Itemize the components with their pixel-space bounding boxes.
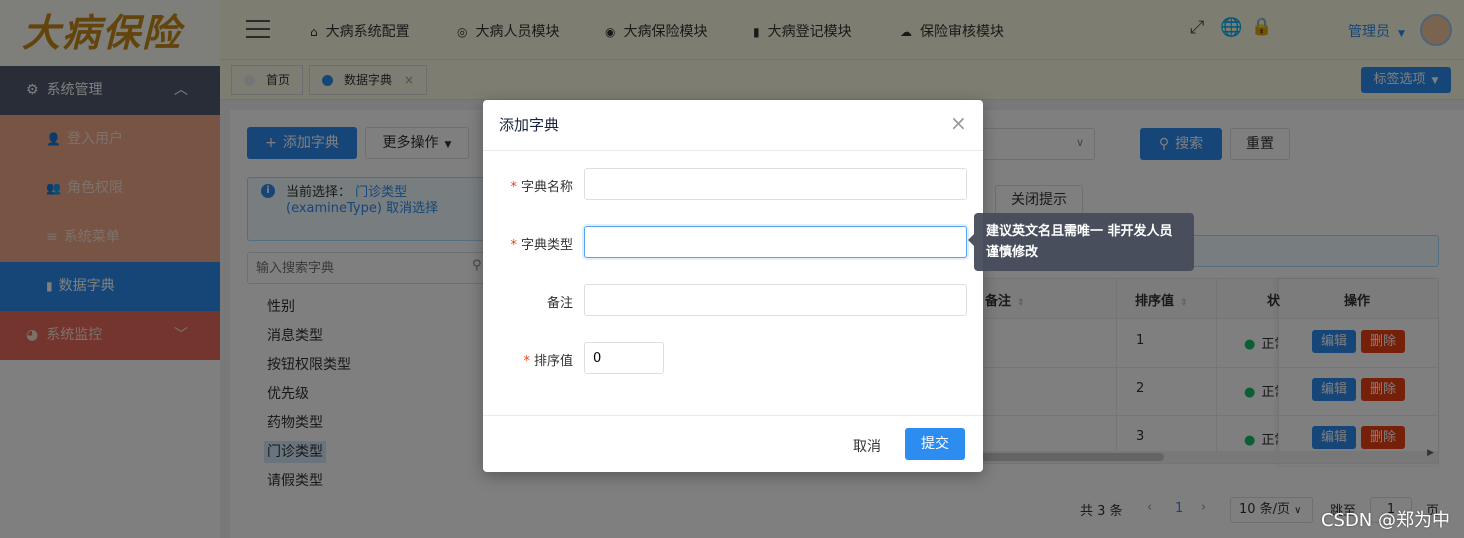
field-label-order: * 排序值 <box>523 354 573 369</box>
cancel-button[interactable]: 取消 <box>853 436 881 456</box>
dict-name-input[interactable] <box>584 168 967 200</box>
modal-title: 添加字典 <box>499 116 560 134</box>
dict-type-tooltip: 建议英文名且需唯一 非开发人员谨慎修改 <box>974 213 1194 271</box>
submit-button[interactable]: 提交 <box>905 428 965 460</box>
order-input[interactable] <box>584 342 664 374</box>
watermark: CSDN @郑为中 <box>1320 510 1450 531</box>
label-text: 排序值 <box>533 354 573 369</box>
label-text: 字典名称 <box>520 180 573 195</box>
remark-input[interactable] <box>584 284 967 316</box>
field-label-dict-type: * 字典类型 <box>510 238 573 253</box>
dict-type-input[interactable] <box>584 226 967 258</box>
field-label-remark: 备注 <box>546 296 573 311</box>
add-dictionary-modal: 添加字典 × *字典名称 *字典类型 备注 *排序值 取消 提交 <box>483 100 983 472</box>
label-text: 字典类型 <box>520 238 573 253</box>
field-label-dict-name: * 字典名称 <box>510 180 573 195</box>
close-icon[interactable]: × <box>950 111 967 135</box>
